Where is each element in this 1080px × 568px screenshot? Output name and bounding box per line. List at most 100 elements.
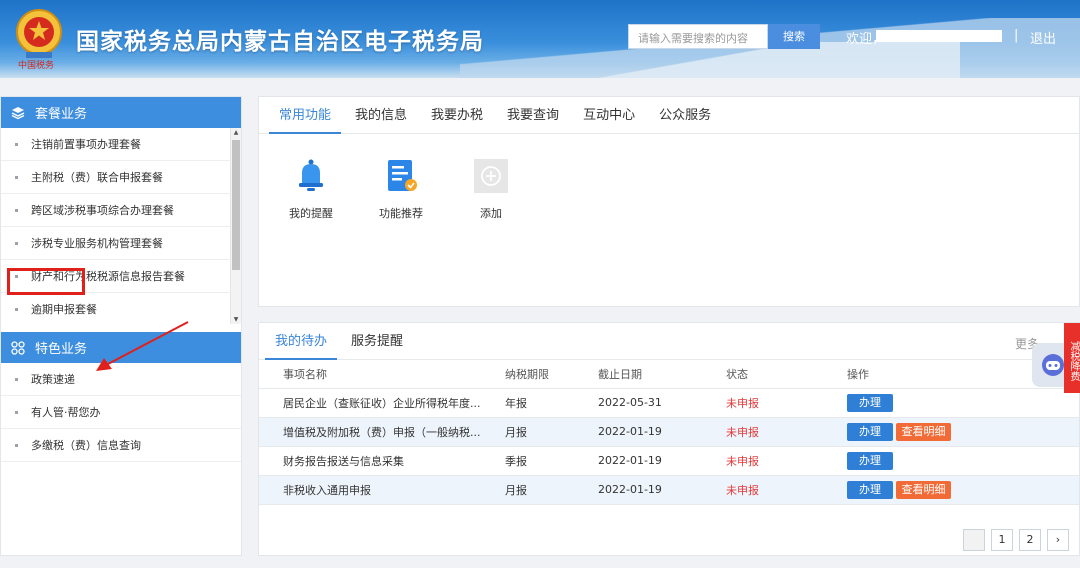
bullet-icon <box>15 377 18 381</box>
site-header: 中国税务 国家税务总局内蒙古自治区电子税务局 请输入需要搜索的内容 搜索 欢迎，… <box>0 0 1080 78</box>
function-add[interactable]: 添加 <box>456 157 526 221</box>
column-header: 状态 <box>726 360 847 389</box>
item-deadline: 2022-05-31 <box>598 388 726 418</box>
handle-button[interactable]: 办理 <box>847 480 893 499</box>
bell-icon <box>299 159 323 191</box>
sidebar-item[interactable]: 涉税专业服务机构管理套餐 <box>1 227 241 260</box>
sidebar-item-label: 政策速递 <box>31 373 75 386</box>
annotation-highlight-box <box>7 268 85 295</box>
tab-common[interactable]: 常用功能 <box>269 97 342 134</box>
handle-button[interactable]: 办理 <box>847 451 893 470</box>
function-recommend[interactable]: 功能推荐 <box>366 157 436 221</box>
main-tabs: 常用功能 我的信息 我要办税 我要查询 互动中心 公众服务 <box>259 97 1079 134</box>
common-functions-panel: 常用功能 我的信息 我要办税 我要查询 互动中心 公众服务 我的提醒 功能推荐 <box>258 96 1080 307</box>
sidebar-item-label: 有人管·帮您办 <box>31 406 101 419</box>
search-button[interactable]: 搜索 <box>768 24 820 49</box>
column-header: 纳税期限 <box>505 360 598 389</box>
section-gap <box>1 324 241 332</box>
sidebar-item-label: 多缴税（费）信息查询 <box>31 439 141 452</box>
bullet-icon <box>15 241 18 245</box>
sidebar-item-label: 主附税（费）联合申报套餐 <box>31 171 163 184</box>
bullet-icon <box>15 142 18 146</box>
tab-my-todo[interactable]: 我的待办 <box>265 323 338 360</box>
sidebar-item[interactable]: 主附税（费）联合申报套餐 <box>1 161 241 194</box>
sidebar-item-overpaid[interactable]: 多缴税（费）信息查询 <box>1 429 241 462</box>
sidebar-item-label: 涉税专业服务机构管理套餐 <box>31 237 163 250</box>
tab-service-reminder[interactable]: 服务提醒 <box>341 323 413 359</box>
item-name: 财务报告报送与信息采集 <box>259 446 505 476</box>
scroll-down-icon[interactable]: ▼ <box>231 316 241 323</box>
page-2-button[interactable]: 2 <box>1019 529 1041 551</box>
todo-panel: 我的待办 服务提醒 更多 事项名称 纳税期限 截止日期 状态 操作 居民企业（查… <box>258 322 1080 556</box>
special-section-header[interactable]: 特色业务 <box>1 332 241 363</box>
site-title: 国家税务总局内蒙古自治区电子税务局 <box>76 29 484 55</box>
item-name: 居民企业（查账征收）企业所得税年度... <box>259 388 505 418</box>
package-section-title: 套餐业务 <box>35 107 88 122</box>
item-period: 季报 <box>505 446 598 476</box>
page-prev-button[interactable] <box>963 529 985 551</box>
table-row: 增值税及附加税（费）申报（一般纳税... 月报 2022-01-19 未申报 办… <box>259 417 1079 447</box>
add-icon <box>474 159 508 193</box>
todo-tabs: 我的待办 服务提醒 更多 <box>259 323 1079 360</box>
robot-icon <box>1042 354 1064 376</box>
grid-icon <box>11 340 25 355</box>
page-next-button[interactable]: › <box>1047 529 1069 551</box>
sidebar-item[interactable]: 跨区域涉税事项综合办理套餐 <box>1 194 241 227</box>
tab-public-service[interactable]: 公众服务 <box>649 97 721 133</box>
item-deadline: 2022-01-19 <box>598 446 726 476</box>
handle-button[interactable]: 办理 <box>847 422 893 441</box>
scroll-thumb[interactable] <box>232 140 240 270</box>
item-status: 未申报 <box>726 388 847 418</box>
bullet-icon <box>15 175 18 179</box>
view-detail-button[interactable]: 查看明细 <box>896 480 951 499</box>
page-1-button[interactable]: 1 <box>991 529 1013 551</box>
document-icon <box>388 160 417 191</box>
function-label: 添加 <box>480 207 502 220</box>
bullet-icon <box>15 443 18 447</box>
header-divider: | <box>1014 28 1019 43</box>
sidebar-item[interactable]: 逾期申报套餐 <box>1 293 241 324</box>
item-actions: 办理 查看明细 <box>847 475 1079 505</box>
bullet-icon <box>15 410 18 414</box>
item-period: 月报 <box>505 475 598 505</box>
todo-table: 事项名称 纳税期限 截止日期 状态 操作 居民企业（查账征收）企业所得税年度..… <box>259 360 1079 505</box>
tax-emblem-icon <box>16 9 62 58</box>
sidebar-item-help[interactable]: 有人管·帮您办 <box>1 396 241 429</box>
tab-query[interactable]: 我要查询 <box>497 97 569 133</box>
column-header: 事项名称 <box>259 360 505 389</box>
bullet-icon <box>15 307 18 311</box>
search-input[interactable]: 请输入需要搜索的内容 <box>628 24 768 49</box>
user-name-redacted <box>876 30 1002 42</box>
table-row: 财务报告报送与信息采集 季报 2022-01-19 未申报 办理 <box>259 446 1079 476</box>
item-period: 月报 <box>505 417 598 447</box>
sidebar-item[interactable]: 注销前置事项办理套餐 <box>1 128 241 161</box>
item-status: 未申报 <box>726 446 847 476</box>
emblem-caption: 中国税务 <box>18 61 55 71</box>
sidebar-scrollbar[interactable]: ▲ ▼ <box>230 128 241 324</box>
package-section-header[interactable]: 套餐业务 <box>1 97 241 128</box>
table-row: 居民企业（查账征收）企业所得税年度... 年报 2022-05-31 未申报 办… <box>259 388 1079 418</box>
handle-button[interactable]: 办理 <box>847 393 893 412</box>
sidebar-item-policy[interactable]: 政策速递 <box>1 363 241 396</box>
item-actions: 办理 <box>847 388 1079 418</box>
item-name: 增值税及附加税（费）申报（一般纳税... <box>259 417 505 447</box>
item-period: 年报 <box>505 388 598 418</box>
function-reminder[interactable]: 我的提醒 <box>276 157 346 221</box>
layers-icon <box>11 106 25 119</box>
tab-my-info[interactable]: 我的信息 <box>345 97 417 133</box>
tab-tax-handling[interactable]: 我要办税 <box>421 97 493 133</box>
scroll-up-icon[interactable]: ▲ <box>231 129 241 136</box>
tab-interaction[interactable]: 互动中心 <box>573 97 645 133</box>
sidebar-item-label: 逾期申报套餐 <box>31 303 97 316</box>
item-status: 未申报 <box>726 475 847 505</box>
pagination: 1 2 › <box>957 529 1069 551</box>
logout-link[interactable]: 退出 <box>1030 28 1056 47</box>
item-actions: 办理 查看明细 <box>847 417 1079 447</box>
tax-reduction-float-tag[interactable]: 减税降费 <box>1064 323 1080 393</box>
item-status: 未申报 <box>726 417 847 447</box>
item-deadline: 2022-01-19 <box>598 417 726 447</box>
table-row: 非税收入通用申报 月报 2022-01-19 未申报 办理 查看明细 <box>259 475 1079 505</box>
sidebar: 套餐业务 注销前置事项办理套餐 主附税（费）联合申报套餐 跨区域涉税事项综合办理… <box>0 96 242 556</box>
function-label: 功能推荐 <box>379 207 423 220</box>
view-detail-button[interactable]: 查看明细 <box>896 422 951 441</box>
